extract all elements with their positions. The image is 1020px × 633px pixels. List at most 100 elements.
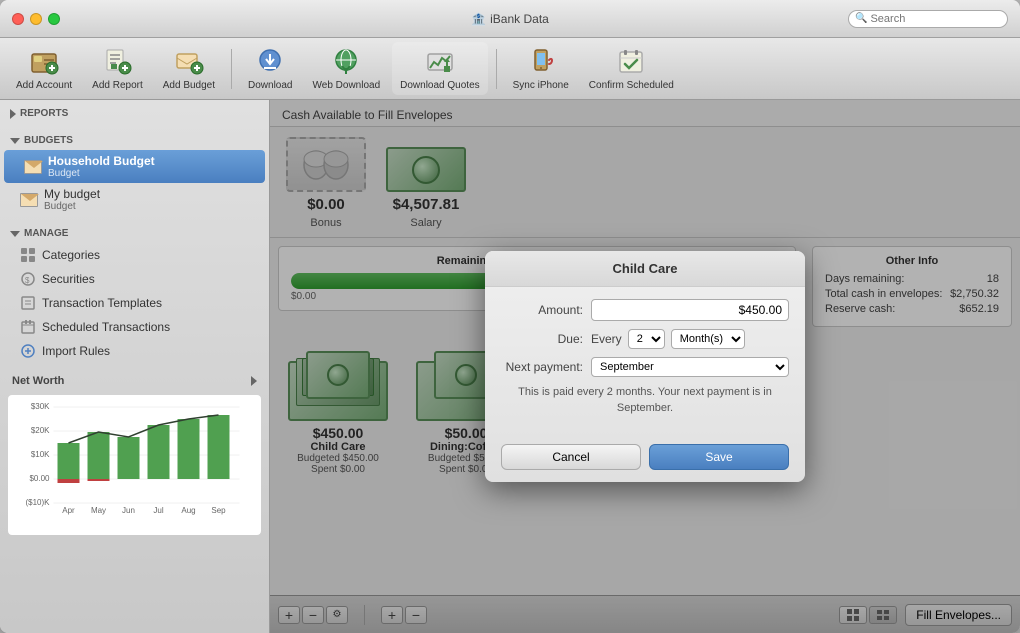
net-worth-section: Net Worth $30K $20K $10K $0.00 ($10)K bbox=[0, 367, 269, 543]
sidebar-item-my-budget[interactable]: My budget Budget bbox=[0, 183, 269, 216]
web-download-button[interactable]: Web Download bbox=[305, 42, 389, 95]
item-text-2: My budget Budget bbox=[44, 187, 100, 212]
next-payment-label: Next payment: bbox=[501, 360, 591, 374]
reports-header[interactable]: REPORTS bbox=[0, 104, 269, 123]
budgets-section: BUDGETS Household Budget Budget My budge… bbox=[0, 127, 269, 220]
manage-toggle-icon bbox=[10, 231, 20, 237]
sep-2 bbox=[496, 49, 497, 89]
item-text: Household Budget Budget bbox=[48, 154, 155, 179]
reports-section: REPORTS bbox=[0, 100, 269, 127]
cancel-button[interactable]: Cancel bbox=[501, 444, 641, 470]
add-account-icon bbox=[28, 46, 60, 78]
due-controls: Every 1 2 3 Month(s) Week(s) Year(s) bbox=[591, 329, 789, 349]
window-title: 🏦 iBank Data bbox=[471, 12, 549, 26]
titlebar: 🏦 iBank Data 🔍 bbox=[0, 0, 1020, 38]
sidebar-item-import-rules[interactable]: Import Rules bbox=[0, 339, 269, 363]
net-worth-header[interactable]: Net Worth bbox=[4, 371, 265, 391]
search-input[interactable] bbox=[870, 13, 1001, 25]
add-budget-icon bbox=[173, 46, 205, 78]
sidebar-item-household-budget[interactable]: Household Budget Budget bbox=[4, 150, 265, 183]
download-icon bbox=[254, 46, 286, 78]
sidebar-item-scheduled-transactions[interactable]: Scheduled Transactions bbox=[0, 315, 269, 339]
manage-header[interactable]: MANAGE bbox=[0, 224, 269, 243]
securities-icon: $ bbox=[20, 271, 36, 287]
budgets-toggle-icon bbox=[10, 138, 20, 144]
app-window: 🏦 iBank Data 🔍 Add Account Add Report Ad… bbox=[0, 0, 1020, 633]
categories-icon bbox=[20, 247, 36, 263]
modal-description: This is paid every 2 months. Your next p… bbox=[501, 385, 789, 416]
sync-iphone-icon bbox=[525, 46, 557, 78]
content-wrapper: Cash Available to Fill Envelopes $0.00 B… bbox=[270, 100, 1020, 633]
add-report-button[interactable]: Add Report bbox=[84, 42, 151, 95]
maximize-button[interactable] bbox=[48, 13, 60, 25]
svg-text:Sep: Sep bbox=[211, 506, 226, 515]
sidebar: REPORTS BUDGETS Household Budget Budget bbox=[0, 100, 270, 633]
next-payment-row: Next payment: January February March Apr… bbox=[501, 357, 789, 377]
svg-text:$: $ bbox=[25, 276, 30, 285]
add-budget-label: Add Budget bbox=[163, 80, 215, 91]
toolbar: Add Account Add Report Add Budget Downlo… bbox=[0, 38, 1020, 100]
due-row: Due: Every 1 2 3 Month(s) We bbox=[501, 329, 789, 349]
amount-label: Amount: bbox=[501, 303, 591, 317]
main-area: REPORTS BUDGETS Household Budget Budget bbox=[0, 100, 1020, 633]
budgets-header[interactable]: BUDGETS bbox=[0, 131, 269, 150]
amount-input[interactable] bbox=[591, 299, 789, 321]
close-button[interactable] bbox=[12, 13, 24, 25]
svg-text:Aug: Aug bbox=[181, 506, 195, 515]
confirm-scheduled-label: Confirm Scheduled bbox=[589, 80, 674, 91]
sidebar-item-transaction-templates[interactable]: Transaction Templates bbox=[0, 291, 269, 315]
svg-text:$30K: $30K bbox=[31, 402, 50, 411]
minimize-button[interactable] bbox=[30, 13, 42, 25]
svg-text:Jul: Jul bbox=[153, 506, 163, 515]
envelope-icon-2 bbox=[20, 193, 38, 207]
child-care-modal: Child Care Amount: Due: Every 1 bbox=[485, 251, 805, 482]
due-every-label: Every bbox=[591, 332, 622, 346]
download-quotes-icon bbox=[424, 46, 456, 78]
svg-text:($10)K: ($10)K bbox=[25, 498, 50, 507]
sync-iphone-button[interactable]: Sync iPhone bbox=[505, 42, 577, 95]
net-worth-chart: $30K $20K $10K $0.00 ($10)K bbox=[8, 395, 261, 535]
download-label: Download bbox=[248, 80, 292, 91]
due-unit-select[interactable]: Month(s) Week(s) Year(s) bbox=[671, 329, 745, 349]
sidebar-item-categories[interactable]: Categories bbox=[0, 243, 269, 267]
modal-footer: Cancel Save bbox=[485, 436, 805, 482]
sync-iphone-label: Sync iPhone bbox=[513, 80, 569, 91]
modal-title: Child Care bbox=[485, 251, 805, 287]
search-bar[interactable]: 🔍 bbox=[848, 10, 1008, 28]
add-account-button[interactable]: Add Account bbox=[8, 42, 80, 95]
download-button[interactable]: Download bbox=[240, 42, 300, 95]
window-controls bbox=[12, 13, 60, 25]
modal-body: Amount: Due: Every 1 2 3 bbox=[485, 287, 805, 436]
svg-text:May: May bbox=[91, 506, 106, 515]
chart-svg: $30K $20K $10K $0.00 ($10)K bbox=[12, 399, 257, 519]
scheduled-icon bbox=[20, 319, 36, 335]
templates-icon bbox=[20, 295, 36, 311]
svg-text:$0.00: $0.00 bbox=[29, 474, 50, 483]
next-payment-select[interactable]: January February March April May June Ju… bbox=[591, 357, 789, 377]
svg-text:$10K: $10K bbox=[31, 450, 50, 459]
sep-1 bbox=[231, 49, 232, 89]
sidebar-item-securities[interactable]: $ Securities bbox=[0, 267, 269, 291]
confirm-scheduled-icon bbox=[615, 46, 647, 78]
svg-text:$20K: $20K bbox=[31, 426, 50, 435]
add-account-label: Add Account bbox=[16, 80, 72, 91]
envelope-icon bbox=[24, 160, 42, 174]
svg-text:Apr: Apr bbox=[62, 506, 75, 515]
amount-row: Amount: bbox=[501, 299, 789, 321]
import-rules-icon bbox=[20, 343, 36, 359]
due-label: Due: bbox=[501, 332, 591, 346]
manage-section: MANAGE Categories $ Securities Transacti… bbox=[0, 220, 269, 367]
web-download-icon bbox=[330, 46, 362, 78]
due-number-select[interactable]: 1 2 3 bbox=[628, 329, 665, 349]
confirm-scheduled-button[interactable]: Confirm Scheduled bbox=[581, 42, 682, 95]
download-quotes-button[interactable]: Download Quotes bbox=[392, 42, 488, 95]
modal-overlay: Child Care Amount: Due: Every 1 bbox=[270, 100, 1020, 633]
web-download-label: Web Download bbox=[313, 80, 381, 91]
svg-text:Jun: Jun bbox=[122, 506, 135, 515]
save-button[interactable]: Save bbox=[649, 444, 789, 470]
download-quotes-label: Download Quotes bbox=[400, 80, 480, 91]
net-worth-toggle-icon bbox=[251, 376, 257, 386]
add-budget-button[interactable]: Add Budget bbox=[155, 42, 223, 95]
reports-toggle-icon bbox=[10, 109, 16, 119]
add-report-icon bbox=[101, 46, 133, 78]
